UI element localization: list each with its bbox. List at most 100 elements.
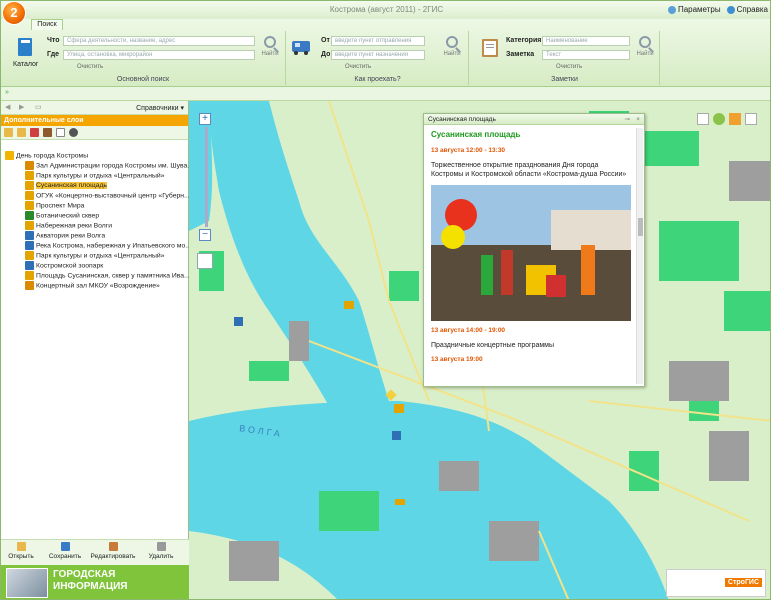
layer-toolbar	[1, 126, 188, 140]
tree-item[interactable]: Река Кострома, набережная у Ипатьевского…	[25, 241, 189, 251]
tree-item[interactable]: Акватория реки Волга	[25, 231, 105, 241]
open-button[interactable]: Открыть	[5, 542, 37, 560]
open-folder-icon	[16, 542, 26, 551]
to-input[interactable]: введите пункт назначения	[331, 50, 425, 60]
app-logo[interactable]: 2	[3, 2, 25, 24]
search-icon	[639, 36, 651, 48]
group-notes: Категория Наименование Заметка Текст Очи…	[470, 31, 660, 85]
help-link[interactable]: Справка	[726, 5, 768, 14]
catalog-icon[interactable]	[17, 37, 35, 57]
event-marker[interactable]	[394, 404, 404, 413]
open-label: Открыть	[8, 553, 34, 560]
find-route-button[interactable]: Найти	[441, 36, 463, 57]
group-notes-caption: Заметки	[551, 76, 578, 83]
popup-body: Сусанинская площадь 13 августа 12:00 - 1…	[424, 126, 636, 386]
event-time: 13 августа 12:00 - 13:30	[431, 147, 506, 154]
zoom-out-button[interactable]: −	[199, 229, 211, 241]
tab-search[interactable]: Поиск	[31, 19, 63, 30]
scroll-thumb[interactable]	[637, 218, 643, 236]
print-map-icon[interactable]	[745, 113, 757, 125]
layer-icon	[25, 221, 34, 230]
event-time: 13 августа 14:00 - 19:00	[431, 327, 506, 334]
find-notes-button[interactable]: Найти	[634, 36, 656, 57]
pencil-icon[interactable]	[43, 128, 52, 137]
event-marker[interactable]	[395, 499, 405, 505]
tree-item[interactable]: Парк культуры и отдыха «Центральный»	[25, 251, 164, 261]
zoom-in-button[interactable]: +	[199, 113, 211, 125]
magnifier-button[interactable]	[197, 253, 213, 269]
catalog-label[interactable]: Каталог	[13, 61, 38, 68]
tree-item-label: Парк культуры и отдыха «Центральный»	[36, 172, 165, 180]
layers-header: Дополнительные слои	[1, 115, 188, 126]
folder-icon[interactable]	[4, 128, 13, 137]
popup-scrollbar[interactable]	[636, 128, 643, 384]
category-select[interactable]: Наименование	[542, 36, 630, 46]
notes-icon	[480, 36, 502, 58]
help-icon	[726, 5, 735, 14]
delete-button[interactable]: Удалить	[143, 542, 179, 560]
search-icon	[446, 36, 458, 48]
nav-row: ◀ ▶ ▭ Справочники ▾	[1, 101, 188, 115]
tree-item[interactable]: Площадь Сусанинская, сквер у памятника И…	[25, 271, 189, 281]
what-input[interactable]: Сфера деятельности, название, адрес	[63, 36, 255, 46]
tree-item-label: Костромской зоопарк	[36, 262, 104, 270]
folder-add-icon[interactable]	[17, 128, 26, 137]
tree-item[interactable]: Проспект Мира	[25, 201, 84, 211]
expand-icon[interactable]: »	[5, 89, 9, 96]
zoom-slider[interactable]	[204, 127, 208, 227]
globe-icon[interactable]	[713, 113, 725, 125]
zoom-control[interactable]: + −	[199, 113, 213, 241]
layers-icon[interactable]	[729, 113, 741, 125]
note-input[interactable]: Текст	[542, 50, 630, 60]
tree-item[interactable]: ОГУК «Концертно-выставочный центр «Губер…	[25, 191, 189, 201]
point-icon[interactable]	[69, 128, 78, 137]
tree-item[interactable]: Зал Администрации города Костромы им. Шу…	[25, 161, 189, 171]
place-popup: Сусанинская площадь ⊸ × Сусанинская площ…	[423, 113, 645, 387]
event-photo	[431, 185, 631, 321]
event-marker[interactable]	[392, 431, 401, 440]
delete-label: Удалить	[148, 553, 174, 560]
tree-item[interactable]: Парк культуры и отдыха «Центральный»	[25, 171, 164, 181]
strogis-label: СтроГИС	[724, 578, 762, 587]
clear-notes-button[interactable]: Очистить	[556, 64, 582, 70]
params-link[interactable]: Параметры	[667, 5, 721, 14]
tree-item[interactable]: День города Костромы	[5, 151, 88, 161]
forward-arrow-icon[interactable]: ▶	[19, 103, 24, 111]
delete-icon	[156, 542, 166, 551]
tree-item-label: Проспект Мира	[36, 202, 85, 210]
tree-item[interactable]: Сусанинская площадь	[25, 181, 107, 191]
edit-icon	[108, 542, 118, 551]
strogis-logo[interactable]: СтроГИС	[666, 569, 766, 597]
group-route-caption: Как проехать?	[354, 76, 401, 83]
ruler-icon[interactable]	[697, 113, 709, 125]
save-button[interactable]: Сохранить	[45, 542, 85, 560]
gear-icon	[667, 5, 676, 14]
tree-item-label: Зал Администрации города Костромы им. Шу…	[36, 162, 189, 170]
where-input[interactable]: Улица, остановка, микрорайон	[63, 50, 255, 60]
print-icon[interactable]: ▭	[35, 103, 42, 111]
event-text: Торжественное открытие празднования Дня …	[431, 162, 627, 178]
back-arrow-icon[interactable]: ◀	[5, 103, 10, 111]
tree-item[interactable]: Ботанический сквер	[25, 211, 99, 221]
city-info-banner[interactable]: ГОРОДСКАЯ ИНФОРМАЦИЯ	[1, 565, 189, 599]
pin-icon[interactable]	[30, 128, 39, 137]
event-marker[interactable]	[234, 317, 243, 326]
tree-item-label: Концертный зал МКОУ «Возрождение»	[36, 282, 160, 290]
clear-main-button[interactable]: Очистить	[77, 64, 103, 70]
shape-icon[interactable]	[56, 128, 65, 137]
clear-route-button[interactable]: Очистить	[345, 64, 371, 70]
tree-item[interactable]: Концертный зал МКОУ «Возрождение»	[25, 281, 160, 291]
event-time: 13 августа 19:00	[431, 356, 483, 363]
event-marker[interactable]	[344, 301, 354, 309]
find-main-button[interactable]: Найти	[259, 36, 281, 57]
pin-popup-icon[interactable]: ⊸	[625, 114, 630, 125]
tree-item-label: Набережная реки Волги	[36, 222, 113, 230]
reference-dropdown[interactable]: Справочники ▾	[136, 104, 184, 112]
layers-tree: День города Костромы Зал Администрации го…	[1, 147, 189, 537]
tree-item[interactable]: Набережная реки Волги	[25, 221, 112, 231]
tree-item[interactable]: Костромской зоопарк	[25, 261, 103, 271]
edit-button[interactable]: Редактировать	[87, 542, 139, 560]
layer-icon	[25, 211, 34, 220]
from-input[interactable]: введите пункт отправления	[331, 36, 425, 46]
close-icon[interactable]: ×	[636, 114, 640, 125]
